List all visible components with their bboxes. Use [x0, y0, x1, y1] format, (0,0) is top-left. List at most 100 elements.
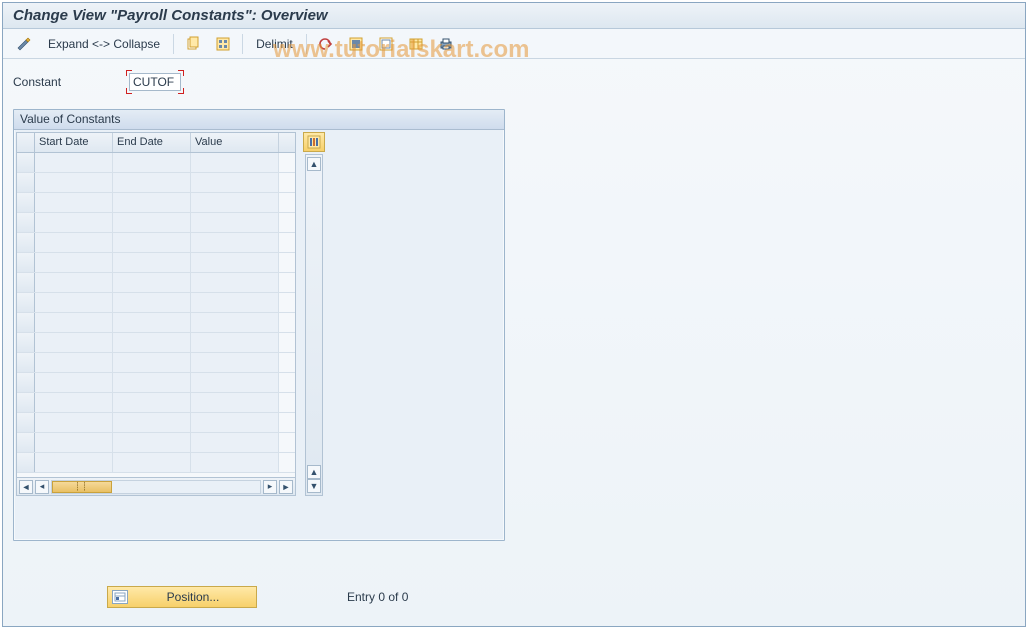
- cell-value[interactable]: [191, 213, 279, 232]
- cell-start-date[interactable]: [35, 373, 113, 392]
- row-marker[interactable]: [17, 353, 35, 372]
- deselect-all-icon[interactable]: [373, 33, 399, 55]
- cell-start-date[interactable]: [35, 453, 113, 472]
- table-row[interactable]: [17, 353, 295, 373]
- table-row[interactable]: [17, 393, 295, 413]
- copy-icon[interactable]: [180, 33, 206, 55]
- cell-value[interactable]: [191, 153, 279, 172]
- scroll-down-icon[interactable]: ▼: [307, 479, 321, 493]
- row-marker[interactable]: [17, 233, 35, 252]
- cell-end-date[interactable]: [113, 273, 191, 292]
- table-row[interactable]: [17, 313, 295, 333]
- cell-end-date[interactable]: [113, 413, 191, 432]
- cell-end-date[interactable]: [113, 213, 191, 232]
- cell-value[interactable]: [191, 253, 279, 272]
- h-scroll-thumb[interactable]: ┊┊: [52, 481, 112, 493]
- cell-end-date[interactable]: [113, 253, 191, 272]
- cell-value[interactable]: [191, 313, 279, 332]
- row-marker[interactable]: [17, 433, 35, 452]
- row-marker[interactable]: [17, 273, 35, 292]
- cell-start-date[interactable]: [35, 173, 113, 192]
- row-marker[interactable]: [17, 313, 35, 332]
- row-marker[interactable]: [17, 413, 35, 432]
- scroll-down-icon[interactable]: ▲: [307, 465, 321, 479]
- cell-end-date[interactable]: [113, 293, 191, 312]
- cell-start-date[interactable]: [35, 333, 113, 352]
- scroll-right-icon[interactable]: ►: [279, 480, 293, 494]
- cell-value[interactable]: [191, 393, 279, 412]
- undo-icon[interactable]: [313, 33, 339, 55]
- select-block-icon[interactable]: [343, 33, 369, 55]
- table-row[interactable]: [17, 193, 295, 213]
- table-row[interactable]: [17, 413, 295, 433]
- row-marker-header[interactable]: [17, 133, 35, 152]
- table-row[interactable]: [17, 253, 295, 273]
- row-marker[interactable]: [17, 373, 35, 392]
- cell-value[interactable]: [191, 273, 279, 292]
- scroll-right-icon[interactable]: ▸: [263, 480, 277, 494]
- cell-end-date[interactable]: [113, 393, 191, 412]
- cell-value[interactable]: [191, 173, 279, 192]
- expand-collapse-button[interactable]: Expand <-> Collapse: [41, 33, 167, 55]
- cell-start-date[interactable]: [35, 293, 113, 312]
- cell-end-date[interactable]: [113, 193, 191, 212]
- cell-end-date[interactable]: [113, 173, 191, 192]
- h-scroll-track[interactable]: ┊┊: [51, 480, 261, 494]
- cell-start-date[interactable]: [35, 353, 113, 372]
- table-row[interactable]: [17, 273, 295, 293]
- table-row[interactable]: [17, 153, 295, 173]
- cell-value[interactable]: [191, 293, 279, 312]
- row-marker[interactable]: [17, 333, 35, 352]
- cell-start-date[interactable]: [35, 393, 113, 412]
- cell-start-date[interactable]: [35, 233, 113, 252]
- constant-input[interactable]: [129, 73, 181, 91]
- cell-end-date[interactable]: [113, 233, 191, 252]
- cell-start-date[interactable]: [35, 253, 113, 272]
- scroll-up-icon[interactable]: ▲: [307, 157, 321, 171]
- cell-value[interactable]: [191, 413, 279, 432]
- cell-end-date[interactable]: [113, 153, 191, 172]
- table-row[interactable]: [17, 433, 295, 453]
- select-all-icon[interactable]: [210, 33, 236, 55]
- cell-end-date[interactable]: [113, 333, 191, 352]
- cell-start-date[interactable]: [35, 273, 113, 292]
- col-header-value[interactable]: Value: [191, 133, 279, 152]
- row-marker[interactable]: [17, 453, 35, 472]
- cell-end-date[interactable]: [113, 453, 191, 472]
- row-marker[interactable]: [17, 213, 35, 232]
- configure-columns-icon[interactable]: [303, 132, 325, 152]
- cell-value[interactable]: [191, 353, 279, 372]
- cell-value[interactable]: [191, 433, 279, 452]
- col-header-start-date[interactable]: Start Date: [35, 133, 113, 152]
- scroll-left-icon[interactable]: ◂: [35, 480, 49, 494]
- cell-start-date[interactable]: [35, 153, 113, 172]
- table-row[interactable]: [17, 293, 295, 313]
- toggle-edit-icon[interactable]: [11, 33, 37, 55]
- print-icon[interactable]: [433, 33, 459, 55]
- col-header-end-date[interactable]: End Date: [113, 133, 191, 152]
- table-row[interactable]: [17, 233, 295, 253]
- cell-value[interactable]: [191, 233, 279, 252]
- cell-value[interactable]: [191, 453, 279, 472]
- cell-value[interactable]: [191, 193, 279, 212]
- row-marker[interactable]: [17, 173, 35, 192]
- row-marker[interactable]: [17, 253, 35, 272]
- table-row[interactable]: [17, 173, 295, 193]
- cell-start-date[interactable]: [35, 433, 113, 452]
- row-marker[interactable]: [17, 153, 35, 172]
- delimit-button[interactable]: Delimit: [249, 33, 300, 55]
- cell-start-date[interactable]: [35, 213, 113, 232]
- cell-end-date[interactable]: [113, 373, 191, 392]
- table-settings-icon[interactable]: [403, 33, 429, 55]
- cell-start-date[interactable]: [35, 313, 113, 332]
- cell-value[interactable]: [191, 333, 279, 352]
- table-row[interactable]: [17, 213, 295, 233]
- cell-end-date[interactable]: [113, 433, 191, 452]
- position-button[interactable]: Position...: [107, 586, 257, 608]
- cell-start-date[interactable]: [35, 193, 113, 212]
- table-row[interactable]: [17, 373, 295, 393]
- cell-value[interactable]: [191, 373, 279, 392]
- cell-start-date[interactable]: [35, 413, 113, 432]
- table-row[interactable]: [17, 333, 295, 353]
- row-marker[interactable]: [17, 393, 35, 412]
